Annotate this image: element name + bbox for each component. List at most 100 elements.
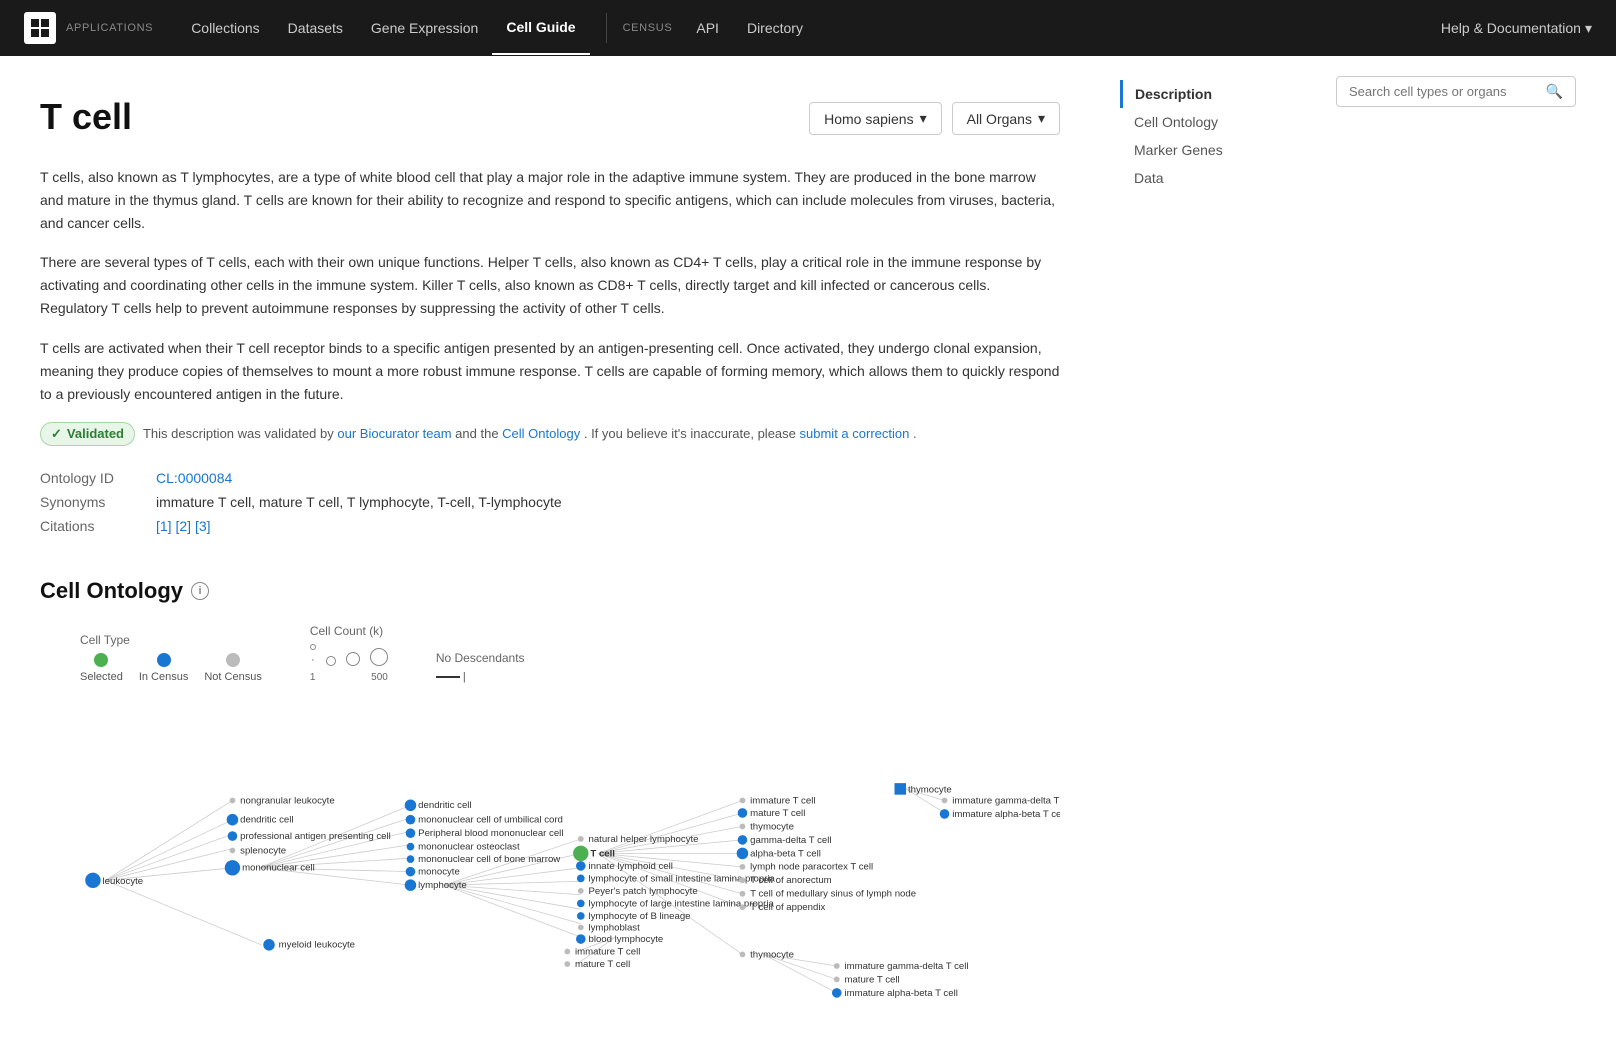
node-immature-gamma-delta-mid[interactable] xyxy=(834,963,840,969)
node-dendritic[interactable] xyxy=(227,814,239,826)
node-t-cell-medullary[interactable] xyxy=(740,891,746,897)
label-natural-helper: natural helper lymphocyte xyxy=(588,834,698,845)
label-immature-gamma-delta-mid: immature gamma-delta T cell xyxy=(844,961,968,972)
label-mononuclear-osteo: mononuclear osteoclast xyxy=(418,841,520,852)
cell-type-legend-items: Selected In Census Not Census xyxy=(80,653,262,683)
ontology-id-link[interactable]: CL:0000084 xyxy=(156,470,232,486)
chevron-down-icon: ▾ xyxy=(1585,20,1592,37)
node-natural-helper[interactable] xyxy=(578,836,584,842)
help-documentation-button[interactable]: Help & Documentation ▾ xyxy=(1441,20,1592,37)
node-lymphocyte-small-intestine[interactable] xyxy=(577,874,585,882)
citation-3[interactable]: [3] xyxy=(195,518,211,534)
not-census-label: Not Census xyxy=(204,671,261,683)
organs-dropdown[interactable]: All Organs ▾ xyxy=(952,102,1060,135)
sidebar-item-data[interactable]: Data xyxy=(1120,164,1300,192)
biocurator-link[interactable]: our Biocurator team xyxy=(337,426,451,441)
label-lymphocyte-b: lymphocyte of B lineage xyxy=(588,911,690,922)
node-peyers-patch[interactable] xyxy=(578,888,584,894)
citation-1[interactable]: [1] xyxy=(156,518,172,534)
no-descendants-legend: No Descendants | xyxy=(436,651,525,683)
nav-directory[interactable]: Directory xyxy=(733,2,817,54)
legend-area: Cell Type Selected In Census Not Cens xyxy=(80,624,1060,683)
search-input[interactable] xyxy=(1349,84,1538,99)
sidebar-item-marker-genes[interactable]: Marker Genes xyxy=(1120,136,1300,164)
node-pbmc[interactable] xyxy=(406,828,416,838)
node-mature-t-mid[interactable] xyxy=(834,976,840,982)
cell-ontology-section: Cell Ontology i Cell Type Selected xyxy=(40,578,1060,1023)
nav-collections[interactable]: Collections xyxy=(177,2,273,54)
label-immature-alpha-beta-mid: immature alpha-beta T cell xyxy=(844,988,957,999)
node-myeloid[interactable] xyxy=(263,939,275,951)
node-professional-antigen[interactable] xyxy=(228,831,238,841)
nav-cell-guide[interactable]: Cell Guide xyxy=(492,1,589,55)
dash-line xyxy=(436,676,460,678)
node-innate-lymphoid[interactable] xyxy=(576,861,586,871)
sidebar-item-description[interactable]: Description xyxy=(1120,80,1300,108)
node-mononuclear[interactable] xyxy=(225,860,240,875)
not-census-legend-item: Not Census xyxy=(204,653,261,683)
node-nongranular[interactable] xyxy=(230,797,236,803)
node-thymocyte-mid[interactable] xyxy=(740,951,746,957)
species-dropdown[interactable]: Homo sapiens ▾ xyxy=(809,102,942,135)
node-t-cell-appendix[interactable] xyxy=(740,904,746,910)
node-immature-alpha-beta-top[interactable] xyxy=(940,809,950,819)
node-gamma-delta[interactable] xyxy=(738,835,748,845)
validated-row: ✓ Validated This description was validat… xyxy=(40,422,1060,446)
node-mature-t-left[interactable] xyxy=(564,961,570,967)
description-p1: T cells, also known as T lymphocytes, ar… xyxy=(40,166,1060,235)
nav-api[interactable]: API xyxy=(682,2,733,54)
node-mononuclear-bone[interactable] xyxy=(407,855,415,863)
node-immature-t-left[interactable] xyxy=(564,948,570,954)
node-thymocyte-right[interactable] xyxy=(740,823,746,829)
validated-badge: ✓ Validated xyxy=(40,422,135,446)
node-lymph-node-paracortex[interactable] xyxy=(740,864,746,870)
sidebar-item-cell-ontology[interactable]: Cell Ontology xyxy=(1120,108,1300,136)
node-t-cell[interactable] xyxy=(573,846,588,861)
count-dot-2 xyxy=(326,656,336,666)
count-min-label: · xyxy=(311,654,315,666)
node-lymphoblast[interactable] xyxy=(578,924,584,930)
search-icon: 🔍 xyxy=(1546,83,1563,100)
no-descendants-dash: | xyxy=(436,671,466,683)
node-dendritic2[interactable] xyxy=(405,799,417,811)
node-alpha-beta[interactable] xyxy=(737,847,749,859)
count-labels: 1 500 xyxy=(310,672,388,683)
count-dot-4 xyxy=(370,648,388,666)
info-icon[interactable]: i xyxy=(191,582,209,600)
node-monocyte[interactable] xyxy=(406,867,416,877)
checkmark-icon: ✓ xyxy=(51,426,62,442)
cell-ontology-link[interactable]: Cell Ontology xyxy=(502,426,580,441)
label-monocyte: monocyte xyxy=(418,866,460,877)
search-bar[interactable]: 🔍 xyxy=(1336,76,1576,107)
label-t-cell-appendix: T cell of appendix xyxy=(750,902,825,913)
node-immature-gamma-delta[interactable] xyxy=(942,797,948,803)
node-t-cell-anorectum[interactable] xyxy=(740,877,746,883)
node-blood-lymphocyte[interactable] xyxy=(576,934,586,944)
small-circle xyxy=(310,644,316,650)
nav-datasets[interactable]: Datasets xyxy=(274,2,357,54)
citation-2[interactable]: [2] xyxy=(175,518,191,534)
node-immature-alpha-beta-mid[interactable] xyxy=(832,988,842,998)
nav-gene-expression[interactable]: Gene Expression xyxy=(357,2,492,54)
cell-type-legend-title: Cell Type xyxy=(80,633,130,647)
node-immature-t-right[interactable] xyxy=(740,797,746,803)
submit-correction-link[interactable]: submit a correction xyxy=(800,426,910,441)
label-immature-gamma-delta: immature gamma-delta T cell xyxy=(952,795,1060,806)
node-splenocyte[interactable] xyxy=(230,847,236,853)
node-mature-t-right[interactable] xyxy=(738,808,748,818)
nav-right: Help & Documentation ▾ xyxy=(1441,20,1592,37)
node-lymphocyte-large-intestine[interactable] xyxy=(577,899,585,907)
label-t-cell-anorectum: T cell of anorectum xyxy=(750,875,832,886)
node-thymocyte-top[interactable] xyxy=(894,783,906,795)
label-blood-lymphocyte: blood lymphocyte xyxy=(588,934,663,945)
cell-count-legend-title: Cell Count (k) xyxy=(310,624,383,638)
node-mononuclear-umbilical[interactable] xyxy=(406,815,416,825)
label-splenocyte: splenocyte xyxy=(240,845,286,856)
citations-label: Citations xyxy=(40,518,140,534)
node-lymphocyte-b[interactable] xyxy=(577,912,585,920)
selected-label: Selected xyxy=(80,671,123,683)
node-lymphocyte[interactable] xyxy=(405,879,417,891)
label-dendritic2: dendritic cell xyxy=(418,800,471,811)
node-mononuclear-osteo[interactable] xyxy=(407,843,415,851)
node-leukocyte[interactable] xyxy=(85,872,100,887)
